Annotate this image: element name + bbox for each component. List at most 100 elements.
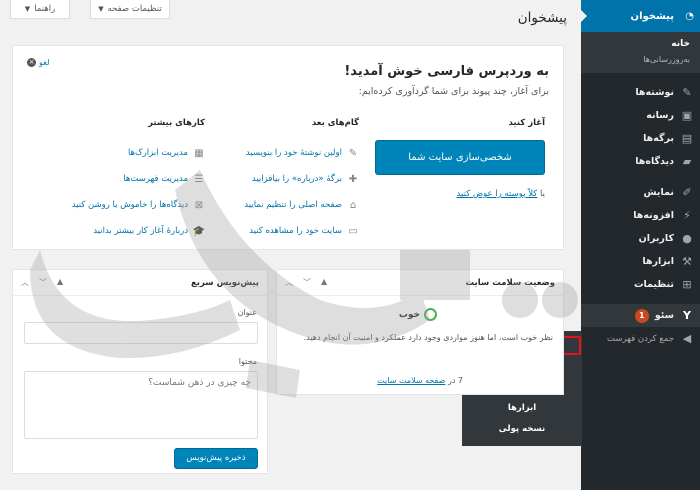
- next-steps-heading: گام‌های بعد: [311, 118, 359, 128]
- tools-icon: ⚒: [682, 255, 692, 268]
- health-status: خوب: [399, 308, 437, 321]
- link-label: دربارهٔ آغاز کار بیشتر بدانید: [93, 226, 188, 236]
- write-post-link[interactable]: ✎ اولین نوشتهٔ خود را بنویسید: [209, 140, 359, 166]
- sidebar-item-media[interactable]: ▣ رسانه: [581, 104, 700, 127]
- chevron-up-icon[interactable]: ︿: [21, 277, 29, 288]
- change-theme-link[interactable]: کلاً پوسته را عوض کنید: [457, 189, 538, 199]
- welcome-title: به وردپرس فارسی خوش آمدید!: [344, 64, 549, 79]
- screen-options-tab[interactable]: تنظیمات صفحه ▼: [90, 0, 170, 19]
- sidebar-item-tools[interactable]: ⚒ ابزارها: [581, 250, 700, 273]
- dashboard-icon: ◔: [685, 10, 694, 22]
- manage-menus-link[interactable]: ☰ مدیریت فهرست‌ها: [25, 166, 205, 192]
- sidebar-item-pages[interactable]: ▤ برگه‌ها: [581, 127, 700, 150]
- toggle-arrow-icon[interactable]: ▲: [321, 277, 327, 288]
- sidebar-item-label: برگه‌ها: [643, 133, 674, 144]
- toggle-comments-link[interactable]: ⊠ دیدگاه‌ها را خاموش یا روشن کنید: [25, 192, 205, 218]
- link-label: دیدگاه‌ها را خاموش یا روشن کنید: [71, 200, 188, 210]
- sidebar-item-comments[interactable]: ▰ دیدگاه‌ها: [581, 150, 700, 173]
- help-tab[interactable]: راهنما ▼: [10, 0, 70, 19]
- collapse-icon: ◀: [682, 332, 692, 345]
- admin-sidebar: ◔ پیشخوان خانه به‌روزرسانی‌ها ✎ نوشته‌ها …: [580, 0, 700, 490]
- dashboard-submenu: خانه به‌روزرسانی‌ها: [581, 32, 700, 73]
- submenu-updates[interactable]: به‌روزرسانی‌ها: [581, 52, 700, 67]
- link-label: صفحه اصلی را تنظیم نمایید: [244, 200, 342, 210]
- edit-icon: ✎: [348, 147, 358, 159]
- sidebar-item-label: ابزارها: [642, 256, 674, 267]
- view-site-link[interactable]: ▭ سایت خود را مشاهده کنید: [209, 218, 359, 244]
- learn-more-icon: 🎓: [192, 225, 205, 237]
- help-label: راهنما: [34, 4, 56, 14]
- link-label: مدیریت ابزارک‌ها: [127, 148, 188, 158]
- media-icon: ▣: [681, 109, 693, 122]
- home-icon: ⌂: [349, 199, 357, 211]
- sidebar-item-dashboard[interactable]: ◔ پیشخوان: [580, 0, 700, 32]
- sidebar-item-seo[interactable]: Y سئو 1: [581, 304, 700, 327]
- plugins-icon: ⚡: [683, 209, 691, 222]
- chevron-down-icon[interactable]: ﹀: [39, 277, 47, 288]
- save-draft-button[interactable]: ذخیره پیش‌نویس: [174, 448, 258, 469]
- draft-content-input[interactable]: [24, 371, 258, 439]
- plus-icon: ✚: [348, 173, 358, 185]
- customize-site-button[interactable]: شخصی‌سازی سایت شما: [375, 140, 545, 175]
- yoast-icon: Y: [683, 309, 691, 322]
- widget-controls: ︿ ﹀ ▲: [285, 277, 327, 288]
- sidebar-item-plugins[interactable]: ⚡ افزونه‌ها: [581, 204, 700, 227]
- link-label: برگهٔ «درباره» را بیافزایید: [251, 174, 342, 184]
- appearance-icon: ✐: [682, 186, 692, 199]
- welcome-subtitle: برای آغاز، چند پیوند برای شما گردآوری کر…: [358, 86, 549, 97]
- dismiss-welcome-link[interactable]: × لغو: [27, 58, 49, 67]
- draft-title-input[interactable]: [24, 322, 258, 344]
- chevron-up-icon[interactable]: ︿: [285, 277, 293, 288]
- health-link-prefix: 7 در: [447, 376, 463, 385]
- site-health-widget: وضعیت سلامت سایت ︿ ﹀ ▲ خوب نظر خوب است، …: [276, 269, 564, 395]
- link-label: مدیریت فهرست‌ها: [123, 174, 188, 184]
- more-actions-heading: کارهای بیشتر: [148, 118, 205, 128]
- learn-more-link[interactable]: 🎓 دربارهٔ آغاز کار بیشتر بدانید: [25, 218, 205, 244]
- widget-header: پیش‌نویس سریع ︿ ﹀ ▲: [13, 270, 267, 296]
- widget-title: وضعیت سلامت سایت: [465, 277, 556, 288]
- change-theme-prefix: یا: [540, 189, 545, 199]
- seo-submenu-premium[interactable]: نسخه پولی: [462, 419, 582, 440]
- link-label: سایت خود را مشاهده کنید: [249, 226, 342, 236]
- site-health-page-link[interactable]: صفحه سلامت سایت: [377, 376, 445, 385]
- get-started-column: آغاز کنید شخصی‌سازی سایت شما یا کلاً پوس…: [375, 118, 545, 199]
- collapse-menu-button[interactable]: ◀ جمع کردن فهرست: [581, 327, 700, 350]
- quick-draft-widget: پیش‌نویس سریع ︿ ﹀ ▲ عنوان محتوا ذخیره پی…: [12, 269, 268, 474]
- sidebar-item-label: تنظیمات: [633, 279, 674, 290]
- next-steps-column: گام‌های بعد ✎ اولین نوشتهٔ خود را بنویسید…: [209, 118, 359, 244]
- sidebar-item-label: رسانه: [646, 110, 674, 121]
- caret-down-icon: ▼: [24, 5, 31, 13]
- welcome-panel: × لغو به وردپرس فارسی خوش آمدید! برای آغ…: [12, 45, 564, 250]
- sidebar-item-users[interactable]: ● کاربران: [581, 227, 700, 250]
- title-field-label: عنوان: [237, 308, 257, 317]
- chevron-down-icon[interactable]: ﹀: [303, 277, 311, 288]
- manage-widgets-link[interactable]: ▦ مدیریت ابزارک‌ها: [25, 140, 205, 166]
- toggle-arrow-icon[interactable]: ▲: [57, 277, 63, 288]
- comments-off-icon: ⊠: [194, 199, 204, 211]
- sidebar-item-settings[interactable]: ⊞ تنظیمات: [581, 273, 700, 296]
- setup-homepage-link[interactable]: ⌂ صفحه اصلی را تنظیم نمایید: [209, 192, 359, 218]
- sidebar-item-label: سئو: [654, 310, 674, 321]
- content-field-label: محتوا: [238, 357, 257, 366]
- sidebar-item-appearance[interactable]: ✐ نمایش: [581, 181, 700, 204]
- menus-icon: ☰: [194, 173, 204, 185]
- page-title: پیشخوان: [517, 10, 567, 26]
- add-about-page-link[interactable]: ✚ برگهٔ «درباره» را بیافزایید: [209, 166, 359, 192]
- sidebar-item-posts[interactable]: ✎ نوشته‌ها: [581, 81, 700, 104]
- health-status-label: خوب: [398, 309, 420, 320]
- sidebar-item-label: کاربران: [638, 233, 674, 244]
- comments-icon: ▰: [682, 155, 692, 168]
- get-started-heading: آغاز کنید: [508, 118, 545, 128]
- view-site-icon: ▭: [348, 225, 358, 237]
- submenu-home[interactable]: خانه: [581, 36, 700, 52]
- widget-title: پیش‌نویس سریع: [190, 277, 259, 288]
- caret-down-icon: ▼: [98, 5, 104, 13]
- sidebar-item-label: پیشخوان: [630, 10, 674, 22]
- dismiss-label: لغو: [39, 58, 50, 67]
- more-actions-column: کارهای بیشتر ▦ مدیریت ابزارک‌ها ☰ مدیریت ف…: [25, 118, 205, 244]
- sidebar-item-label: نمایش: [643, 187, 675, 198]
- seo-submenu-tools[interactable]: ابزارها: [462, 398, 582, 419]
- sidebar-item-label: نوشته‌ها: [635, 87, 674, 98]
- close-icon: ×: [27, 58, 36, 67]
- change-theme-text: یا کلاً پوسته را عوض کنید: [375, 189, 545, 199]
